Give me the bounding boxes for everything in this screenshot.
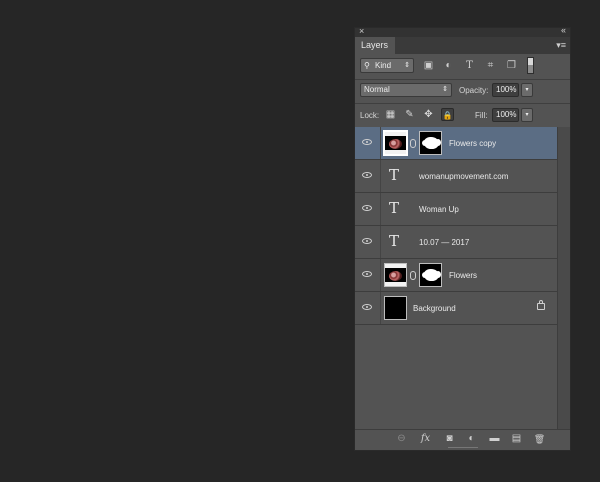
mask-shape [422,269,441,281]
layers-panel: × ‹‹ Layers ▾≡ ⚲ Kind ⇕ ▣ ◐ T ⌗ ❐ Normal… [354,25,571,451]
folder-icon[interactable]: ▬ [488,433,501,445]
layer-name[interactable]: Background [413,292,456,325]
opacity-label: Opacity: [459,86,489,95]
layer-mask-thumbnail[interactable] [419,263,442,287]
panel-tab-row: Layers ▾≡ [355,37,570,54]
visibility-toggle[interactable] [355,292,381,324]
lock-image-pixels-icon[interactable]: ✎ [403,108,416,121]
layer-row-date[interactable]: T 10.07 — 2017 [355,226,557,259]
filter-kind-label: Kind [375,61,392,70]
resize-grip[interactable] [448,447,478,450]
type-filter-icon[interactable]: T [463,59,476,72]
layer-row-flowers-copy[interactable]: Flowers copy [355,127,557,160]
chain-link-icon[interactable] [410,139,416,148]
fill-dropdown-button[interactable]: ▾ [521,108,533,122]
eye-icon [362,139,372,145]
flower-bouquet-image [389,139,402,149]
adjustment-filter-icon[interactable]: ◐ [442,59,455,72]
eye-icon [362,271,372,277]
layer-filter-row: ⚲ Kind ⇕ ▣ ◐ T ⌗ ❐ [355,54,570,79]
lock-label: Lock: [360,111,380,120]
opacity-input[interactable]: 100% [492,83,519,97]
image-filter-icon[interactable]: ▣ [422,59,435,72]
thumbnail-frame-bottom [385,150,406,154]
visibility-toggle[interactable] [355,127,381,159]
thumbnail-frame-top [385,264,406,268]
layer-name[interactable]: Flowers copy [449,127,496,160]
smart-object-filter-icon[interactable]: ❐ [505,59,518,72]
search-icon: ⚲ [364,61,370,70]
link-layers-icon[interactable]: ⊖ [395,433,408,445]
fill-input[interactable]: 100% [492,108,519,122]
layer-mask-thumbnail[interactable] [419,131,442,155]
tab-layers[interactable]: Layers [355,37,395,54]
shape-filter-icon[interactable]: ⌗ [484,59,497,72]
visibility-toggle[interactable] [355,226,381,258]
layer-name[interactable]: womanupmovement.com [419,160,508,193]
collapse-panel-icon[interactable]: ‹‹ [561,25,566,35]
layer-name[interactable]: 10.07 — 2017 [419,226,469,259]
thumbnail-frame-bottom [385,282,406,286]
text-layer-icon: T [389,232,400,250]
fill-label: Fill: [475,111,488,120]
layer-row-flowers[interactable]: Flowers [355,259,557,292]
mask-shape [422,137,441,149]
new-layer-icon[interactable]: ▤ [510,433,523,445]
blend-mode-select[interactable]: Normal ⇕ [360,83,452,97]
layer-thumbnail[interactable] [384,263,407,287]
chevron-updown-icon: ⇕ [404,62,410,69]
layer-thumbnail[interactable] [383,130,408,156]
visibility-toggle[interactable] [355,259,381,291]
chain-link-icon[interactable] [410,271,416,280]
lock-position-icon[interactable]: ✥ [422,108,435,121]
text-layer-icon: T [389,199,400,217]
trash-icon[interactable]: 🗑 [533,433,546,445]
panel-bottom-toolbar: ⊖ fx ◙ ◐ ▬ ▤ 🗑 [355,429,570,448]
panel-title-bar: × ‹‹ [355,25,570,37]
text-layer-icon: T [389,166,400,184]
fx-icon[interactable]: fx [419,433,432,445]
blend-mode-value: Normal [364,85,390,94]
filter-toggle-switch[interactable] [527,57,534,74]
eye-icon [362,304,372,310]
flower-bouquet-image [389,271,402,281]
close-icon[interactable]: × [359,26,364,36]
lock-transparent-pixels-icon[interactable]: ▦ [384,108,397,121]
eye-icon [362,238,372,244]
eye-icon [362,205,372,211]
eye-icon [362,172,372,178]
lock-row: Lock: ▦ ✎ ✥ 🔒 Fill: 100% ▾ [355,103,570,128]
layer-row-background[interactable]: Background [355,292,557,325]
adjustment-layer-icon[interactable]: ◐ [465,433,478,445]
panel-menu-icon[interactable]: ▾≡ [556,40,566,51]
layer-name[interactable]: Flowers [449,259,477,292]
add-mask-icon[interactable]: ◙ [443,433,456,445]
layer-name[interactable]: Woman Up [419,193,459,226]
visibility-toggle[interactable] [355,160,381,192]
layer-row-womanupmovement[interactable]: T womanupmovement.com [355,160,557,193]
opacity-dropdown-button[interactable]: ▾ [521,83,533,97]
layer-thumbnail[interactable] [384,296,407,320]
thumbnail-frame-top [385,132,406,136]
layers-scrollbar[interactable] [557,127,570,429]
chevron-updown-icon: ⇕ [442,86,448,93]
visibility-toggle[interactable] [355,193,381,225]
layers-list: Flowers copy T womanupmovement.com T Wom… [355,127,557,429]
lock-all-icon[interactable]: 🔒 [441,108,454,121]
filter-kind-select[interactable]: ⚲ Kind ⇕ [360,58,414,73]
blend-row: Normal ⇕ Opacity: 100% ▾ [355,80,570,102]
lock-icon [537,300,545,310]
layer-row-woman-up[interactable]: T Woman Up [355,193,557,226]
